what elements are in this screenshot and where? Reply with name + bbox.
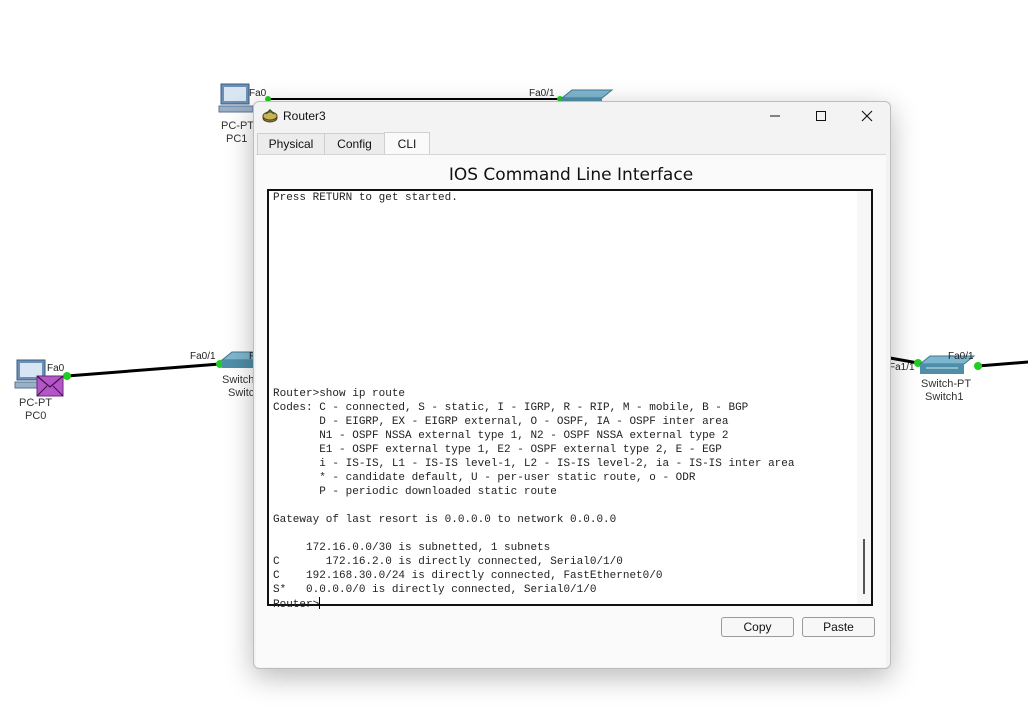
device-type-label: Switch xyxy=(222,374,255,386)
tab-physical[interactable]: Physical xyxy=(257,133,325,154)
close-icon xyxy=(861,110,873,122)
maximize-icon xyxy=(816,111,826,121)
device-name-label: Switc xyxy=(228,387,255,399)
tab-config[interactable]: Config xyxy=(324,133,385,154)
cli-heading: IOS Command Line Interface xyxy=(448,165,694,185)
port-label: Fa0/1 xyxy=(190,351,216,362)
tab-bar: Physical Config CLI xyxy=(254,130,890,154)
minimize-icon xyxy=(770,115,780,117)
cli-panel: IOS Command Line Interface Press RETURN … xyxy=(256,154,886,667)
link-pc0-switch0 xyxy=(66,362,221,378)
router-icon xyxy=(262,108,278,123)
port-label: Fa0 xyxy=(249,88,267,99)
device-type-label: PC-PT xyxy=(19,397,52,409)
terminal-scrollbar[interactable] xyxy=(857,191,871,604)
envelope-icon xyxy=(36,375,64,397)
tab-cli[interactable]: CLI xyxy=(384,132,430,154)
text-cursor xyxy=(319,597,321,609)
window-title: Router3 xyxy=(283,109,326,123)
minimize-button[interactable] xyxy=(752,102,798,130)
port-label: Fa0 xyxy=(47,363,65,374)
copy-button[interactable]: Copy xyxy=(721,617,794,637)
link-switch1-right xyxy=(977,360,1028,368)
terminal-history: Press RETURN to get started. Router>show… xyxy=(273,192,795,596)
maximize-button[interactable] xyxy=(798,102,844,130)
scrollbar-thumb[interactable] xyxy=(863,539,865,594)
device-type-label: Switch-PT xyxy=(921,378,972,390)
device-name-label: Switch1 xyxy=(925,391,964,403)
device-type-label: PC-PT xyxy=(221,120,254,132)
pc-icon xyxy=(218,83,254,113)
link-light-switch1-b xyxy=(974,362,982,370)
device-name-label: PC0 xyxy=(25,410,47,422)
terminal-output: Press RETURN to get started. Router>show… xyxy=(273,191,853,612)
window-titlebar[interactable]: Router3 xyxy=(254,102,890,130)
device-name-label: PC1 xyxy=(226,133,248,145)
router-config-window[interactable]: Router3 Physical Config CLI IOS Command … xyxy=(253,101,891,669)
cli-terminal[interactable]: Press RETURN to get started. Router>show… xyxy=(267,189,873,611)
close-button[interactable] xyxy=(844,102,890,130)
port-label: Fa1/1 xyxy=(889,362,915,373)
paste-button[interactable]: Paste xyxy=(802,617,875,637)
cli-prompt: Router> xyxy=(273,599,320,611)
port-label: Fa0/1 xyxy=(948,351,974,362)
port-label: Fa0/1 xyxy=(529,88,555,99)
